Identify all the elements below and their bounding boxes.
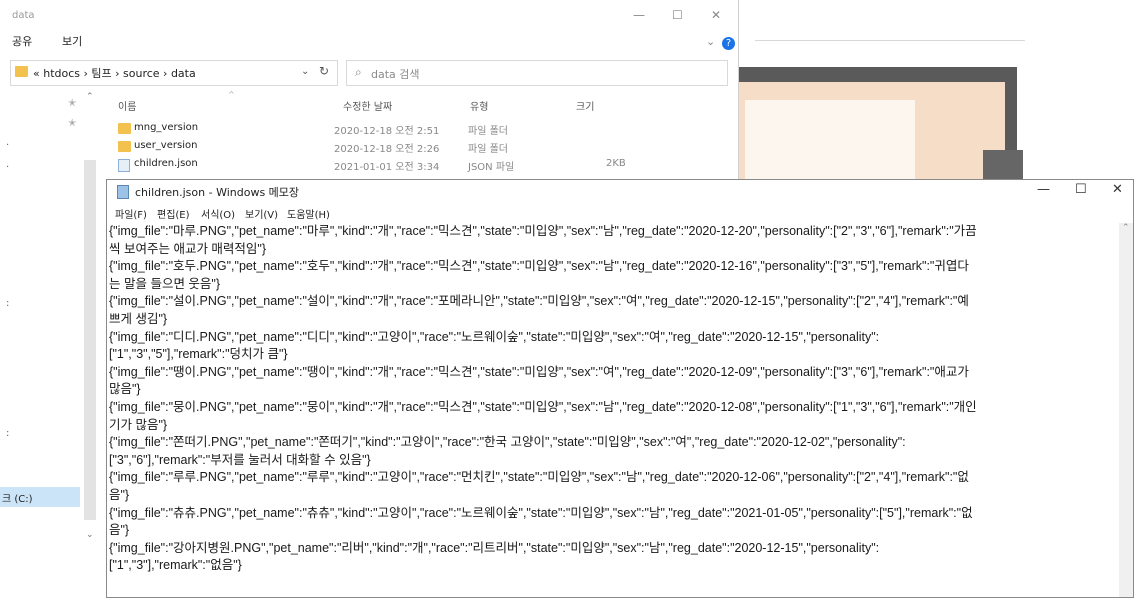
text-line: 음"} [109,523,130,538]
file-name: mng_version [134,122,199,133]
maximize-button[interactable]: ☐ [1075,182,1087,197]
menu-share[interactable]: 공유 [12,33,32,49]
text-line: {"img_file":"설이.PNG","pet_name":"설이","ki… [109,294,969,309]
scroll-down-arrow[interactable]: ⌄ [86,530,94,540]
text-line: 많음"} [109,382,141,397]
text-line: {"img_file":"쫀떠기.PNG","pet_name":"쫀떠기","… [109,435,906,450]
folder-icon [118,123,131,134]
background-window-edge [755,40,1025,41]
notepad-icon [117,185,129,199]
window-title: children.json - Windows 메모장 [135,186,300,199]
file-modified: 2021-01-01 오전 3:34 [334,162,440,173]
chevron-down-icon[interactable]: ⌄ [301,66,309,77]
text-line: 는 말을 들으면 웃음"} [109,276,221,291]
chevron-down-icon[interactable]: ⌄ [706,35,715,48]
file-row[interactable]: mng_version 2020-12-18 오전 2:51 파일 폴더 [110,121,670,137]
column-header-size[interactable]: 크기 [576,98,594,113]
file-row[interactable]: user_version 2020-12-18 오전 2:26 파일 폴더 [110,139,670,155]
menu-view[interactable]: 보기(V) [245,206,278,221]
text-line: {"img_file":"마루.PNG","pet_name":"마루","ki… [109,224,977,238]
text-line: {"img_file":"뭉이.PNG","pet_name":"뭉이","ki… [109,399,977,414]
search-placeholder: data 검색 [371,68,420,81]
column-header-type[interactable]: 유형 [470,98,488,113]
search-box[interactable]: ⌕ data 검색 [346,60,728,86]
nav-item-drive-c[interactable]: 크 (C:) [0,487,80,507]
menu-file[interactable]: 파일(F) [115,206,147,221]
file-name: user_version [134,140,198,151]
text-line: 씩 보여주는 애교가 매력적임"} [109,241,267,256]
file-row[interactable]: children.json 2021-01-01 오전 3:34 JSON 파일… [110,157,670,173]
file-type: JSON 파일 [468,162,515,173]
text-line: ["3","6"],"remark":"부저를 눌러서 대화할 수 있음"} [109,452,371,467]
text-line: ["1","3","5"],"remark":"덩치가 큼"} [109,347,288,362]
text-line: {"img_file":"디디.PNG","pet_name":"디디","ki… [109,329,880,344]
minimize-button[interactable]: — [1037,182,1050,197]
text-editor[interactable]: {"img_file":"마루.PNG","pet_name":"마루","ki… [109,223,1115,599]
nav-tree-mark: · [6,140,10,151]
notepad-window: children.json - Windows 메모장 — ☐ ✕ 파일(F) … [106,179,1134,598]
text-line: 음"} [109,487,130,502]
help-icon[interactable]: ? [722,37,735,50]
menu-view[interactable]: 보기 [62,33,82,49]
file-modified: 2020-12-18 오전 2:51 [334,126,440,137]
address-bar[interactable]: « htdocs › 팀프 › source › data ⌄ ↻ [10,60,338,86]
text-line: 쁘게 생김"} [109,311,168,326]
sort-caret-icon: ^ [228,90,235,99]
text-line: ["1","3"],"remark":"없음"} [109,558,242,573]
refresh-icon[interactable]: ↻ [319,64,329,78]
minimize-button[interactable]: — [633,8,645,22]
menu-edit[interactable]: 편집(E) [157,206,190,221]
text-line: {"img_file":"호두.PNG","pet_name":"호두","ki… [109,259,969,274]
text-line: {"img_file":"땡이.PNG","pet_name":"땡이","ki… [109,364,969,379]
menu-help[interactable]: 도움말(H) [287,206,330,221]
nav-tree-mark: · [6,162,10,173]
pin-icon[interactable]: ✭ [68,98,76,109]
close-button[interactable]: ✕ [711,8,721,22]
column-header-modified[interactable]: 수정한 날짜 [343,98,392,113]
window-title: data [12,10,35,21]
background-image-inner [745,100,915,179]
nav-tree-mark: : [6,428,10,439]
drive-label: 크 (C:) [2,494,33,505]
text-line: {"img_file":"강아지병원.PNG","pet_name":"리버",… [109,540,880,555]
folder-icon [15,66,28,77]
text-line: 기가 많음"} [109,417,168,432]
text-line: {"img_file":"츄츄.PNG","pet_name":"츄츄","ki… [109,505,973,520]
file-size: 2KB [606,158,626,169]
scroll-up-arrow[interactable]: ⌃ [86,92,94,102]
file-type: 파일 폴더 [468,144,508,155]
file-modified: 2020-12-18 오전 2:26 [334,144,440,155]
background-image-edge [983,150,1023,180]
nav-tree-mark: : [6,298,10,309]
column-header-name[interactable]: 이름 [118,98,136,113]
file-icon [118,159,130,172]
file-type: 파일 폴더 [468,126,508,137]
folder-icon [118,141,131,152]
file-name: children.json [134,158,198,169]
maximize-button[interactable]: ☐ [672,8,683,22]
scroll-up-arrow[interactable]: ⌃ [1122,223,1130,233]
close-button[interactable]: ✕ [1112,182,1123,197]
nav-scrollbar-thumb[interactable] [84,160,96,520]
pin-icon[interactable]: ✭ [68,118,76,129]
menu-format[interactable]: 서식(O) [201,206,235,221]
text-line: {"img_file":"루루.PNG","pet_name":"루루","ki… [109,470,969,485]
vertical-scrollbar[interactable]: ⌃ [1119,223,1133,597]
search-icon: ⌕ [355,65,362,79]
breadcrumb[interactable]: « htdocs › 팀프 › source › data [33,65,196,81]
